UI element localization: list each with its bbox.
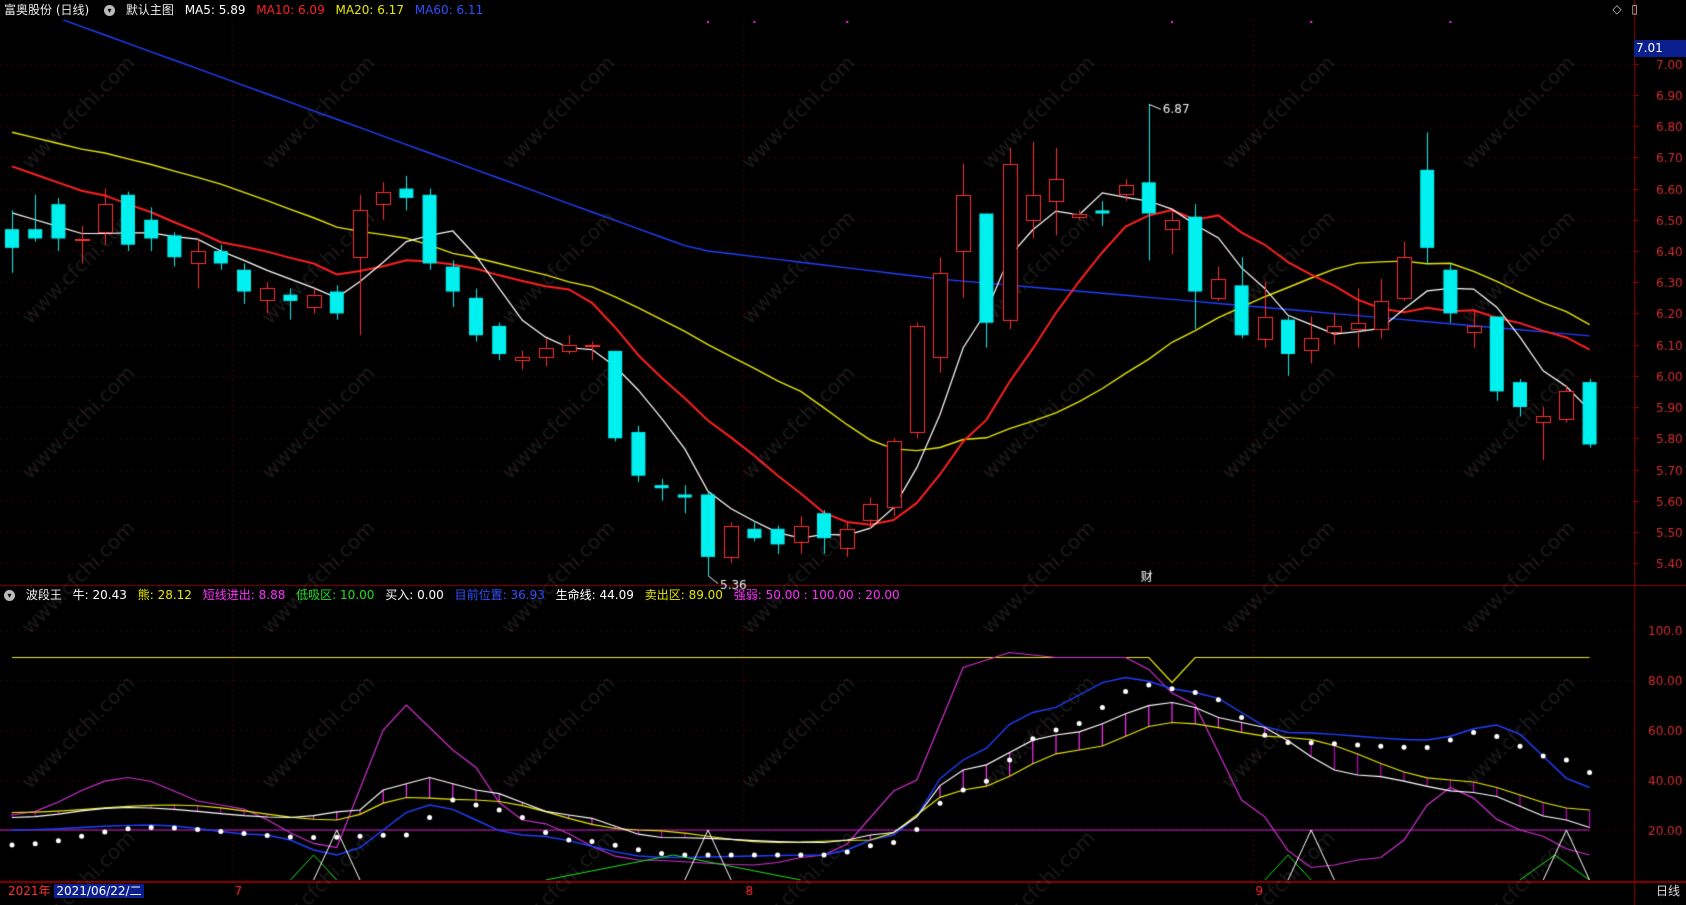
indicator-value: 牛: 20.43 [72,588,127,602]
indicator-header: ▾ 波段王 牛: 20.43 熊: 28.12 短线进出: 8.88 低吸区: … [0,585,907,605]
ma10-label: MA10: 6.09 [256,3,325,17]
chart-tool-icons: ◇ ▯ [1606,2,1638,16]
period-button[interactable]: 日线 [1650,882,1686,900]
indicator-value: 买入: 0.00 [385,588,444,602]
chart-template-label[interactable]: 默认主图 [126,3,174,17]
diamond-icon[interactable]: ◇ [1612,2,1621,16]
year-label: 2021年 [8,884,51,898]
indicator-value: 卖出区: 89.00 [644,588,723,602]
ma60-label: MA60: 6.11 [414,3,484,17]
stock-title[interactable]: 富奥股份 (日线) [4,3,89,17]
indicator-value: 强弱: 50.00 : 100.00 : 20.00 [733,588,900,602]
window-toggle-icon[interactable]: ▯ [1631,2,1638,16]
stock-chart-canvas[interactable] [0,0,1686,905]
date-axis-bar: 2021年 2021/06/22/二 [0,882,144,900]
indicator-value: 短线进出: 8.88 [202,588,286,602]
current-price-tag: 7.01 [1634,40,1686,57]
indicator-name[interactable]: 波段王 [26,588,62,602]
indicator-value: 低吸区: 10.00 [296,588,375,602]
main-chart-header: 富奥股份 (日线) ▾ 默认主图 MA5: 5.89 MA10: 6.09 MA… [0,0,490,20]
ma20-label: MA20: 6.17 [335,3,404,17]
indicator-value: 目前位置: 36.93 [454,588,545,602]
dropdown-menu-icon[interactable]: ▾ [4,590,15,601]
cursor-date-label: 2021/06/22/二 [54,884,144,898]
ma5-label: MA5: 5.89 [184,3,246,17]
indicator-value: 生命线: 44.09 [555,588,634,602]
dropdown-menu-icon[interactable]: ▾ [104,5,116,16]
indicator-value: 熊: 28.12 [137,588,192,602]
